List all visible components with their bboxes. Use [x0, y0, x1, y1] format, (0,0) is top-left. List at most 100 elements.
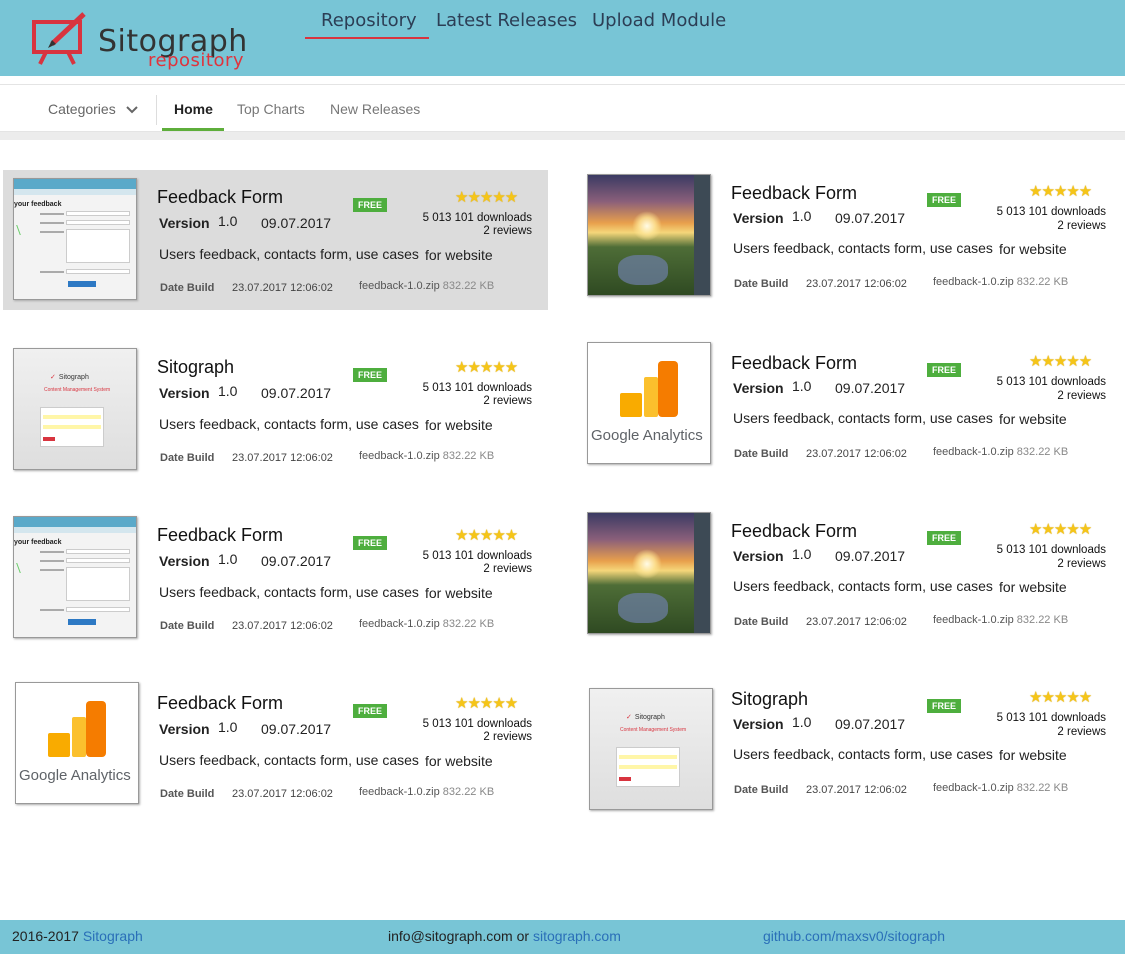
tab-new-releases[interactable]: New Releases	[330, 101, 420, 117]
nav-upload-module[interactable]: Upload Module	[592, 10, 726, 31]
module-thumbnail[interactable]: Sitograph Content Management System	[13, 348, 137, 470]
rating-stars-icon: ★★★★★	[1029, 183, 1092, 200]
module-target: for website	[999, 241, 1067, 257]
reviews-link[interactable]: 2 reviews	[1057, 558, 1106, 570]
module-card[interactable]: Feedback Form FREE ★★★★★ 5 013 101 download…	[577, 508, 1122, 648]
module-target: for website	[425, 585, 493, 601]
reviews-link[interactable]: 2 reviews	[1057, 726, 1106, 738]
downloads-count: 5 013 101 downloads	[422, 550, 532, 562]
version-label: Version	[733, 380, 784, 396]
build-date-label: Date Build	[734, 278, 789, 290]
module-title[interactable]: Sitograph	[157, 357, 234, 378]
version-value: 1.0	[218, 213, 238, 229]
downloads-count: 5 013 101 downloads	[422, 212, 532, 224]
download-file-link[interactable]: feedback-1.0.zip 832.22 KB	[933, 782, 1068, 794]
nav-repository[interactable]: Repository	[321, 10, 417, 31]
file-name: feedback-1.0.zip	[359, 450, 440, 462]
site-logo[interactable]: Sitograph repository	[30, 6, 250, 71]
module-description: Users feedback, contacts form, use cases	[159, 246, 419, 262]
module-thumbnail[interactable]: your feedback	[13, 178, 137, 300]
module-card[interactable]: Google Analytics Feedback Form FREE ★★★★★ 5 …	[577, 340, 1122, 480]
reviews-link[interactable]: 2 reviews	[483, 225, 532, 237]
tab-top-charts[interactable]: Top Charts	[237, 101, 305, 117]
release-date: 09.07.2017	[835, 380, 906, 396]
download-file-link[interactable]: feedback-1.0.zip 832.22 KB	[359, 450, 494, 462]
module-title[interactable]: Feedback Form	[157, 187, 283, 208]
module-thumbnail[interactable]: Sitograph Content Management System	[589, 688, 713, 810]
thumb-form-heading: your feedback	[14, 201, 62, 208]
file-size: 832.22 KB	[1016, 446, 1069, 458]
footer-site-link[interactable]: sitograph.com	[533, 928, 621, 944]
module-target: for website	[999, 579, 1067, 595]
file-size: 832.22 KB	[442, 786, 495, 798]
free-badge: FREE	[927, 699, 961, 713]
module-card[interactable]: SitographContent Management SystemSitogr…	[3, 340, 548, 480]
nav-latest-releases[interactable]: Latest Releases	[436, 10, 577, 31]
footer-years: 2016-2017	[12, 928, 79, 944]
release-date: 09.07.2017	[835, 716, 906, 732]
free-badge: FREE	[353, 368, 387, 382]
release-date: 09.07.2017	[261, 553, 332, 569]
download-file-link[interactable]: feedback-1.0.zip 832.22 KB	[933, 614, 1068, 626]
module-title[interactable]: Feedback Form	[731, 183, 857, 204]
version-label: Version	[733, 548, 784, 564]
file-name: feedback-1.0.zip	[359, 280, 440, 292]
downloads-count: 5 013 101 downloads	[422, 382, 532, 394]
footer-copyright: 2016-2017 Sitograph	[12, 928, 143, 944]
module-card[interactable]: Feedback Form FREE ★★★★★ 5 013 101 download…	[577, 170, 1122, 310]
release-date: 09.07.2017	[835, 548, 906, 564]
reviews-link[interactable]: 2 reviews	[1057, 220, 1106, 232]
release-date: 09.07.2017	[261, 385, 332, 401]
downloads-count: 5 013 101 downloads	[422, 718, 532, 730]
thumb-login-logo: Sitograph	[626, 713, 665, 721]
download-file-link[interactable]: feedback-1.0.zip 832.22 KB	[359, 786, 494, 798]
module-target: for website	[999, 747, 1067, 763]
module-thumbnail[interactable]: Google Analytics	[587, 342, 711, 464]
sub-nav: Categories Home Top Charts New Releases	[0, 84, 1125, 132]
download-file-link[interactable]: feedback-1.0.zip 832.22 KB	[359, 280, 494, 292]
version-label: Version	[159, 721, 210, 737]
footer-or: or	[516, 928, 530, 944]
download-file-link[interactable]: feedback-1.0.zip 832.22 KB	[933, 276, 1068, 288]
build-date-label: Date Build	[160, 452, 215, 464]
reviews-link[interactable]: 2 reviews	[483, 563, 532, 575]
module-thumbnail[interactable]	[587, 174, 711, 296]
download-file-link[interactable]: feedback-1.0.zip 832.22 KB	[933, 446, 1068, 458]
module-card[interactable]: your feedback Feedback Form FREE ★★★★★ 5 013…	[3, 508, 548, 648]
subnav-divider	[156, 95, 157, 125]
downloads-count: 5 013 101 downloads	[996, 376, 1106, 388]
module-title[interactable]: Feedback Form	[157, 525, 283, 546]
download-file-link[interactable]: feedback-1.0.zip 832.22 KB	[359, 618, 494, 630]
module-thumbnail[interactable]	[587, 512, 711, 634]
module-card[interactable]: SitographContent Management SystemSitogr…	[577, 676, 1122, 816]
build-date-value: 23.07.2017 12:06:02	[232, 282, 333, 294]
reviews-link[interactable]: 2 reviews	[1057, 390, 1106, 402]
rating-stars-icon: ★★★★★	[1029, 353, 1092, 370]
free-badge: FREE	[927, 363, 961, 377]
tab-active-indicator	[162, 128, 224, 131]
thumb-login-logo: Sitograph	[50, 373, 89, 381]
release-date: 09.07.2017	[835, 210, 906, 226]
module-card[interactable]: Google Analytics Feedback Form FREE ★★★★★ 5 …	[3, 676, 548, 816]
downloads-count: 5 013 101 downloads	[996, 544, 1106, 556]
footer-sitograph-link[interactable]: Sitograph	[83, 928, 143, 944]
module-card[interactable]: your feedback Feedback Form FREE ★★★★★ 5 013…	[3, 170, 548, 310]
thumb-login-sub: Content Management System	[620, 727, 687, 733]
categories-dropdown[interactable]: Categories	[48, 101, 138, 117]
module-description: Users feedback, contacts form, use cases	[733, 240, 993, 256]
file-size: 832.22 KB	[1016, 782, 1069, 794]
module-thumbnail[interactable]: your feedback	[13, 516, 137, 638]
reviews-link[interactable]: 2 reviews	[483, 731, 532, 743]
version-label: Version	[159, 385, 210, 401]
module-title[interactable]: Feedback Form	[731, 521, 857, 542]
footer-email[interactable]: info@sitograph.com	[388, 928, 513, 944]
module-title[interactable]: Feedback Form	[731, 353, 857, 374]
footer-github-link[interactable]: github.com/maxsv0/sitograph	[763, 928, 945, 944]
tab-home[interactable]: Home	[174, 101, 213, 117]
module-title[interactable]: Feedback Form	[157, 693, 283, 714]
module-thumbnail[interactable]: Google Analytics	[15, 682, 139, 804]
build-date-value: 23.07.2017 12:06:02	[806, 784, 907, 796]
module-description: Users feedback, contacts form, use cases	[159, 584, 419, 600]
module-title[interactable]: Sitograph	[731, 689, 808, 710]
reviews-link[interactable]: 2 reviews	[483, 395, 532, 407]
